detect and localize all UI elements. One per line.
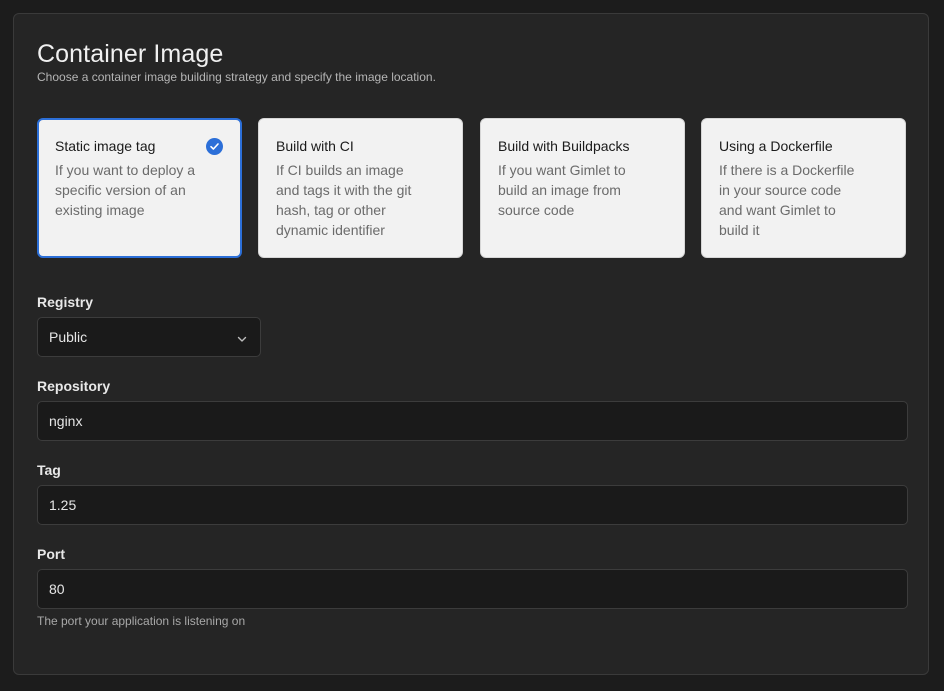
strategy-card-description: If you want to deploy a specific version… — [55, 162, 196, 218]
strategy-card-title: Static image tag — [55, 138, 156, 154]
strategy-card-title: Using a Dockerfile — [719, 138, 833, 154]
tag-input[interactable]: 1.25 — [37, 485, 908, 525]
port-input-value: 80 — [49, 581, 65, 597]
strategy-card-description: If there is a Dockerfile in your source … — [719, 162, 855, 238]
registry-select[interactable]: Public — [37, 317, 261, 357]
strategy-card-build-with-buildpacks[interactable]: Build with Buildpacks If you want Gimlet… — [480, 118, 685, 258]
repository-input-value: nginx — [49, 413, 83, 429]
page-subtitle: Choose a container image building strate… — [37, 70, 436, 84]
registry-label: Registry — [37, 294, 94, 310]
strategy-card-description: If CI builds an image and tags it with t… — [276, 162, 412, 238]
chevron-down-icon — [236, 332, 248, 344]
strategy-options: Static image tag If you want to deploy a… — [37, 118, 908, 258]
port-help-text: The port your application is listening o… — [37, 614, 246, 628]
strategy-card-static-image-tag[interactable]: Static image tag If you want to deploy a… — [37, 118, 242, 258]
tag-input-value: 1.25 — [49, 497, 77, 513]
strategy-card-build-with-ci[interactable]: Build with CI If CI builds an image and … — [258, 118, 463, 258]
container-image-panel: Container Image Choose a container image… — [13, 13, 929, 675]
repository-input[interactable]: nginx — [37, 401, 908, 441]
registry-selected-value: Public — [49, 329, 88, 345]
strategy-card-title: Build with Buildpacks — [498, 138, 630, 154]
strategy-card-using-a-dockerfile[interactable]: Using a Dockerfile If there is a Dockerf… — [701, 118, 906, 258]
port-input[interactable]: 80 — [37, 569, 908, 609]
strategy-card-description: If you want Gimlet to build an image fro… — [498, 162, 626, 218]
tag-label: Tag — [37, 462, 61, 478]
port-label: Port — [37, 546, 65, 562]
check-circle-icon — [206, 138, 223, 155]
page-title: Container Image — [37, 40, 224, 68]
repository-label: Repository — [37, 378, 111, 394]
strategy-card-title: Build with CI — [276, 138, 354, 154]
